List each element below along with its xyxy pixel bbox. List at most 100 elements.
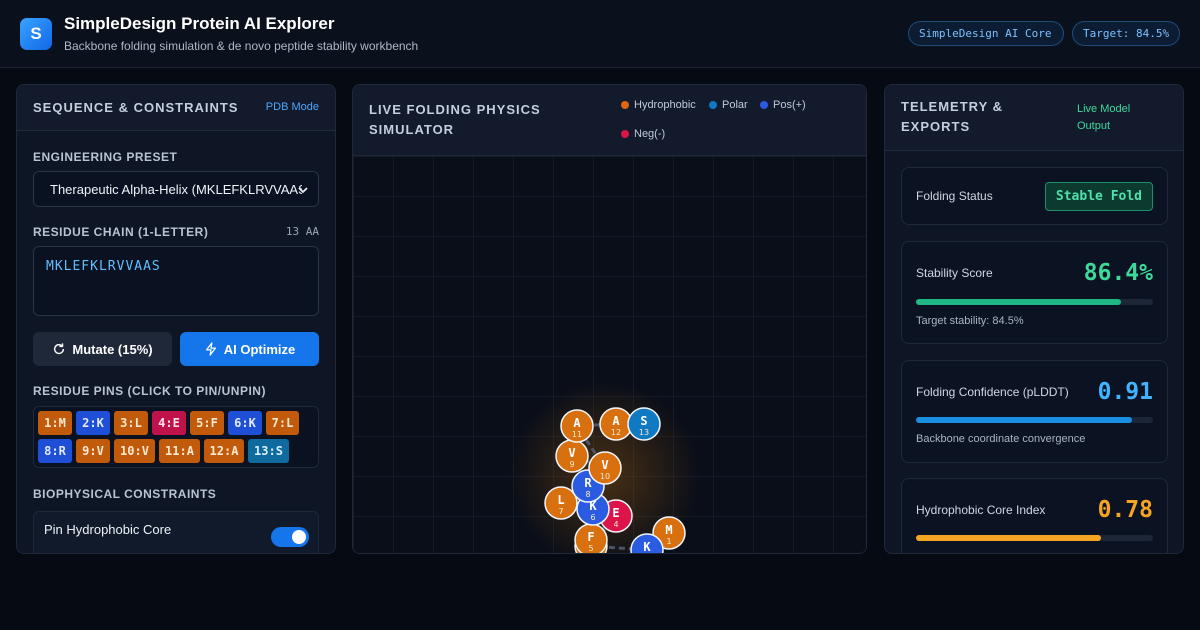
simulator-panel: LIVE FOLDING PHYSICS SIMULATOR Hydrophob…	[352, 84, 867, 554]
sequence-panel-header: SEQUENCE & CONSTRAINTS PDB Mode	[17, 85, 335, 131]
residue-letter: S	[640, 414, 647, 428]
hydrophobic-bar	[916, 535, 1153, 541]
refresh-icon	[54, 343, 65, 355]
residue-pin-13[interactable]: 13:S	[248, 439, 289, 463]
legend-label: Pos(+)	[773, 99, 806, 111]
stability-bar	[916, 299, 1153, 305]
ai-optimize-label: AI Optimize	[223, 341, 296, 357]
residue-index: 8	[585, 490, 590, 499]
residue-letter: F	[587, 530, 594, 544]
hydrophobic-core-toggle[interactable]	[271, 527, 309, 547]
preset-label: ENGINEERING PRESET	[33, 150, 178, 164]
confidence-bar	[916, 417, 1153, 423]
status-badge: Stable Fold	[1044, 182, 1153, 211]
legend-label: Neg(-)	[634, 128, 666, 140]
engine-badge: SimpleDesign AI Core	[908, 21, 1064, 46]
folding-status-card: Folding Status Stable Fold	[901, 167, 1168, 225]
simulator-title: LIVE FOLDING PHYSICS SIMULATOR	[369, 100, 541, 140]
residue-pin-3[interactable]: 3:L	[114, 411, 148, 435]
legend-item-4: Neg(-)	[621, 128, 665, 140]
folding-view: M1K2L3E4F5K6L7R8V9V10A11A12S13	[510, 381, 700, 554]
residue-index: 7	[558, 507, 563, 516]
residue-pin-5[interactable]: 5:F	[190, 411, 224, 435]
hydrophobic-card: Hydrophobic Core Index 0.78	[901, 478, 1168, 553]
residue-node-13[interactable]: S13	[627, 407, 661, 441]
residue-pin-4[interactable]: 4:E	[152, 411, 186, 435]
residue-index: 5	[588, 544, 593, 553]
legend-item-3: Pos(+)	[760, 99, 806, 111]
telemetry-panel: TELEMETRY & EXPORTS Live Model Output Fo…	[884, 84, 1184, 554]
legend-label: Hydrophobic	[634, 99, 696, 111]
pdb-mode-toggle[interactable]: PDB Mode	[266, 101, 319, 113]
simulator-title-line2: SIMULATOR	[369, 122, 455, 137]
sequence-panel: SEQUENCE & CONSTRAINTS PDB Mode ENGINEER…	[16, 84, 336, 554]
residue-node-12[interactable]: A12	[599, 407, 633, 441]
constraints-label: BIOPHYSICAL CONSTRAINTS	[33, 487, 217, 501]
chain-count: 13 AA	[285, 225, 319, 238]
target-badge: Target: 84.5%	[1072, 21, 1180, 46]
residue-index: 1	[666, 537, 671, 546]
pins-label: RESIDUE PINS (CLICK TO PIN/UNPIN)	[33, 384, 266, 398]
residue-pin-1[interactable]: 1:M	[38, 411, 72, 435]
toggle-knob	[292, 530, 306, 544]
residue-node-9[interactable]: V9	[555, 439, 589, 473]
residue-pin-10[interactable]: 10:V	[114, 439, 155, 463]
residue-pin-2[interactable]: 2:K	[76, 411, 110, 435]
residue-letter: E	[612, 506, 619, 520]
folding-status-label: Folding Status	[916, 189, 993, 203]
confidence-label: Folding Confidence (pLDDT)	[916, 385, 1069, 399]
app-title: SimpleDesign Protein AI Explorer	[64, 14, 335, 33]
residue-node-5[interactable]: F5	[574, 523, 608, 554]
residue-letter: A	[573, 416, 581, 430]
ai-optimize-button[interactable]: AI Optimize	[180, 332, 319, 366]
lightning-icon	[205, 342, 216, 356]
chevron-down-icon	[298, 187, 308, 194]
residue-letter: L	[557, 493, 564, 507]
confidence-bar-fill	[916, 417, 1132, 423]
residue-pin-8[interactable]: 8:R	[38, 439, 72, 463]
panel-title: SEQUENCE & CONSTRAINTS	[33, 100, 239, 115]
residue-node-10[interactable]: V10	[588, 451, 622, 485]
legend-swatch	[709, 101, 717, 109]
residue-pin-9[interactable]: 9:V	[76, 439, 110, 463]
residue-index: 10	[600, 472, 610, 481]
preset-value: Therapeutic Alpha-Helix (MKLEFKLRVVAAS)	[50, 181, 302, 197]
telemetry-title-line1: TELEMETRY &	[901, 99, 1004, 114]
legend-label: Polar	[722, 99, 748, 111]
mutate-button[interactable]: Mutate (15%)	[33, 332, 172, 366]
stability-label: Stability Score	[916, 266, 993, 280]
tag-line2: Output	[1077, 120, 1111, 132]
constraint-label: Pin Hydrophobic Core	[44, 522, 172, 537]
tag-line1: Live Model	[1077, 103, 1131, 115]
chain-label: RESIDUE CHAIN (1-LETTER)	[33, 225, 209, 239]
residue-pin-6[interactable]: 6:K	[228, 411, 262, 435]
simulator-title-line1: LIVE FOLDING PHYSICS	[369, 102, 541, 117]
telemetry-header: TELEMETRY & EXPORTS Live Model Output	[885, 85, 1183, 151]
hydrophobic-bar-fill	[916, 535, 1101, 541]
residue-pin-11[interactable]: 11:A	[159, 439, 200, 463]
hydrophobic-label: Hydrophobic Core Index	[916, 503, 1046, 517]
residue-index: 12	[611, 428, 621, 437]
residue-index: 13	[639, 428, 649, 437]
residue-pin-7[interactable]: 7:L	[266, 411, 299, 435]
preset-select[interactable]: Therapeutic Alpha-Helix (MKLEFKLRVVAAS)	[33, 171, 319, 207]
folding-canvas[interactable]: M1K2L3E4F5K6L7R8V9V10A11A12S13	[353, 156, 866, 554]
telemetry-title-line2: EXPORTS	[901, 119, 971, 134]
app-header: S SimpleDesign Protein AI Explorer Backb…	[0, 0, 1200, 68]
residue-index: 4	[613, 520, 618, 529]
legend-swatch	[760, 101, 768, 109]
confidence-value: 0.91	[1097, 379, 1153, 405]
residue-node-11[interactable]: A11	[560, 409, 594, 443]
sequence-input[interactable]: MKLEFKLRVVAAS	[33, 246, 319, 316]
app-logo: S	[20, 18, 52, 50]
confidence-card: Folding Confidence (pLDDT) 0.91 Backbone…	[901, 360, 1168, 463]
residue-letter: V	[568, 446, 575, 460]
stability-card: Stability Score 86.4% Target stability: …	[901, 241, 1168, 344]
residue-index: 9	[569, 460, 574, 469]
residue-pin-12[interactable]: 12:A	[204, 439, 244, 463]
app-subtitle: Backbone folding simulation & de novo pe…	[64, 39, 419, 53]
legend-item-2: Polar	[709, 99, 748, 111]
residue-node-7[interactable]: L7	[544, 486, 578, 520]
residue-letter: R	[584, 476, 592, 490]
stability-value: 86.4%	[1083, 260, 1153, 286]
